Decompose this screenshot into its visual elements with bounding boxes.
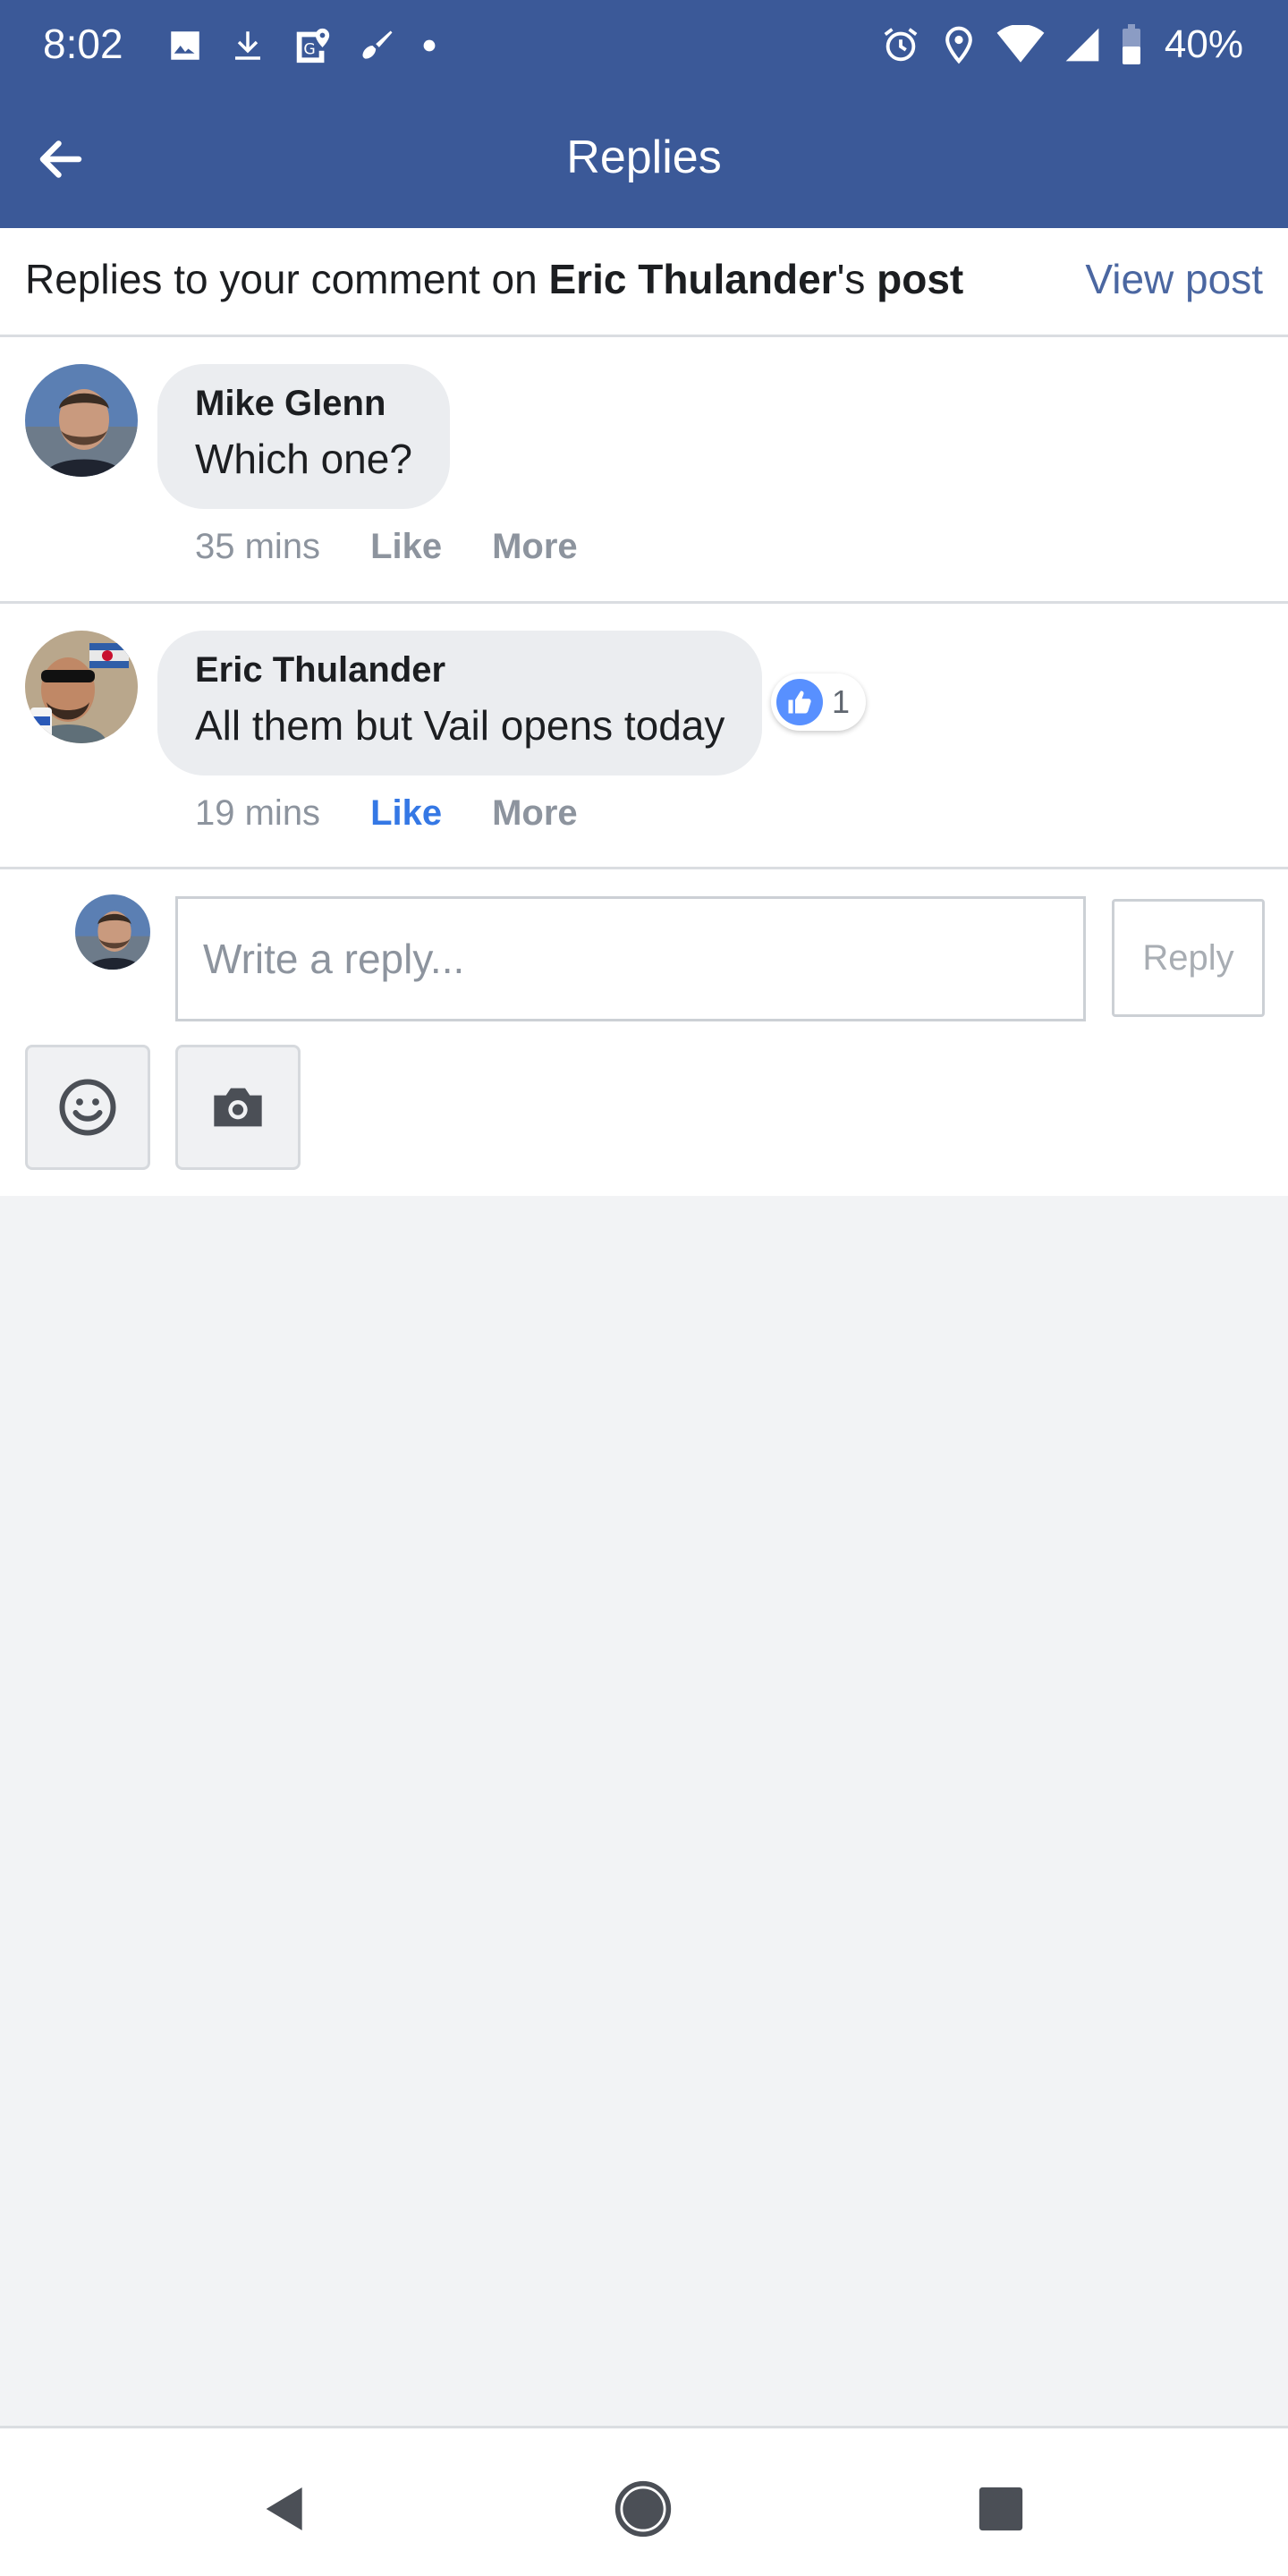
emoji-button[interactable] — [25, 1045, 150, 1170]
view-post-link[interactable]: View post — [1085, 255, 1263, 303]
circle-home-icon — [614, 2480, 672, 2538]
app-notification-icon — [362, 30, 393, 59]
triangle-back-icon — [266, 2487, 302, 2530]
reply-input[interactable] — [175, 896, 1086, 1021]
reply-composer: Reply — [0, 869, 1288, 1196]
reply-button[interactable]: Reply — [1112, 899, 1265, 1017]
page-title: Replies — [566, 131, 722, 183]
comment-bubble: Mike Glenn Which one? — [157, 364, 450, 509]
system-icons: 40% — [880, 20, 1243, 70]
comment-author[interactable]: Mike Glenn — [195, 384, 412, 424]
download-icon — [235, 31, 260, 60]
comment-text: All them but Vail opens today — [195, 702, 725, 749]
signal-icon — [1065, 28, 1099, 62]
comment-time: 19 mins — [195, 793, 321, 833]
context-possessive: 's — [836, 256, 877, 302]
context-post-word[interactable]: post — [877, 256, 963, 302]
avatar[interactable] — [25, 364, 138, 477]
nav-recents-button[interactable] — [965, 2473, 1037, 2545]
status-time: 8:02 — [43, 21, 123, 67]
more-button[interactable]: More — [492, 793, 578, 834]
nav-home-button[interactable] — [607, 2473, 679, 2545]
reaction-count: 1 — [832, 683, 851, 720]
image-icon — [171, 31, 199, 60]
like-button[interactable]: Like — [370, 793, 442, 834]
profile-photo — [75, 894, 150, 970]
avatar[interactable] — [25, 631, 138, 743]
app-bar: Replies — [0, 89, 1288, 228]
camera-button[interactable] — [175, 1045, 301, 1170]
context-bar: Replies to your comment on Eric Thulande… — [0, 228, 1288, 337]
more-button[interactable]: More — [492, 527, 578, 567]
comment-bubble: Eric Thulander All them but Vail opens t… — [157, 631, 763, 775]
comment-item: Mike Glenn Which one? 35 mins Like More — [0, 337, 1288, 604]
battery-icon — [1122, 24, 1140, 64]
comment-author[interactable]: Eric Thulander — [195, 650, 724, 691]
alarm-icon — [884, 28, 918, 62]
comment-actions: 35 mins Like More — [195, 527, 578, 567]
context-text: Replies to your comment on Eric Thulande… — [25, 255, 963, 303]
nav-back-button[interactable] — [250, 2473, 321, 2545]
avatar — [75, 894, 150, 970]
notification-icons: G — [166, 23, 436, 68]
context-post-author[interactable]: Eric Thulander — [549, 256, 837, 302]
reaction-summary[interactable]: 1 — [771, 674, 867, 731]
smiley-icon — [59, 1079, 116, 1136]
svg-text:G: G — [303, 41, 315, 59]
square-recents-icon — [979, 2487, 1023, 2531]
dot-icon — [423, 39, 436, 52]
profile-photo — [25, 364, 138, 477]
system-nav-bar — [0, 2426, 1288, 2576]
status-bar: 8:02 G 40% — [0, 0, 1288, 89]
maps-icon: G — [296, 28, 330, 64]
wifi-icon — [996, 25, 1045, 63]
comment-item: Eric Thulander All them but Vail opens t… — [0, 604, 1288, 869]
camera-icon — [214, 1088, 262, 1127]
battery-level: 40% — [1164, 22, 1243, 66]
profile-photo — [25, 631, 138, 743]
like-button[interactable]: Like — [370, 527, 442, 567]
thumbs-up-icon — [776, 679, 823, 725]
comment-text: Which one? — [195, 436, 412, 482]
context-prefix: Replies to your comment on — [25, 256, 549, 302]
location-icon — [945, 26, 972, 64]
comment-actions: 19 mins Like More — [195, 793, 578, 834]
comment-time: 35 mins — [195, 527, 321, 566]
